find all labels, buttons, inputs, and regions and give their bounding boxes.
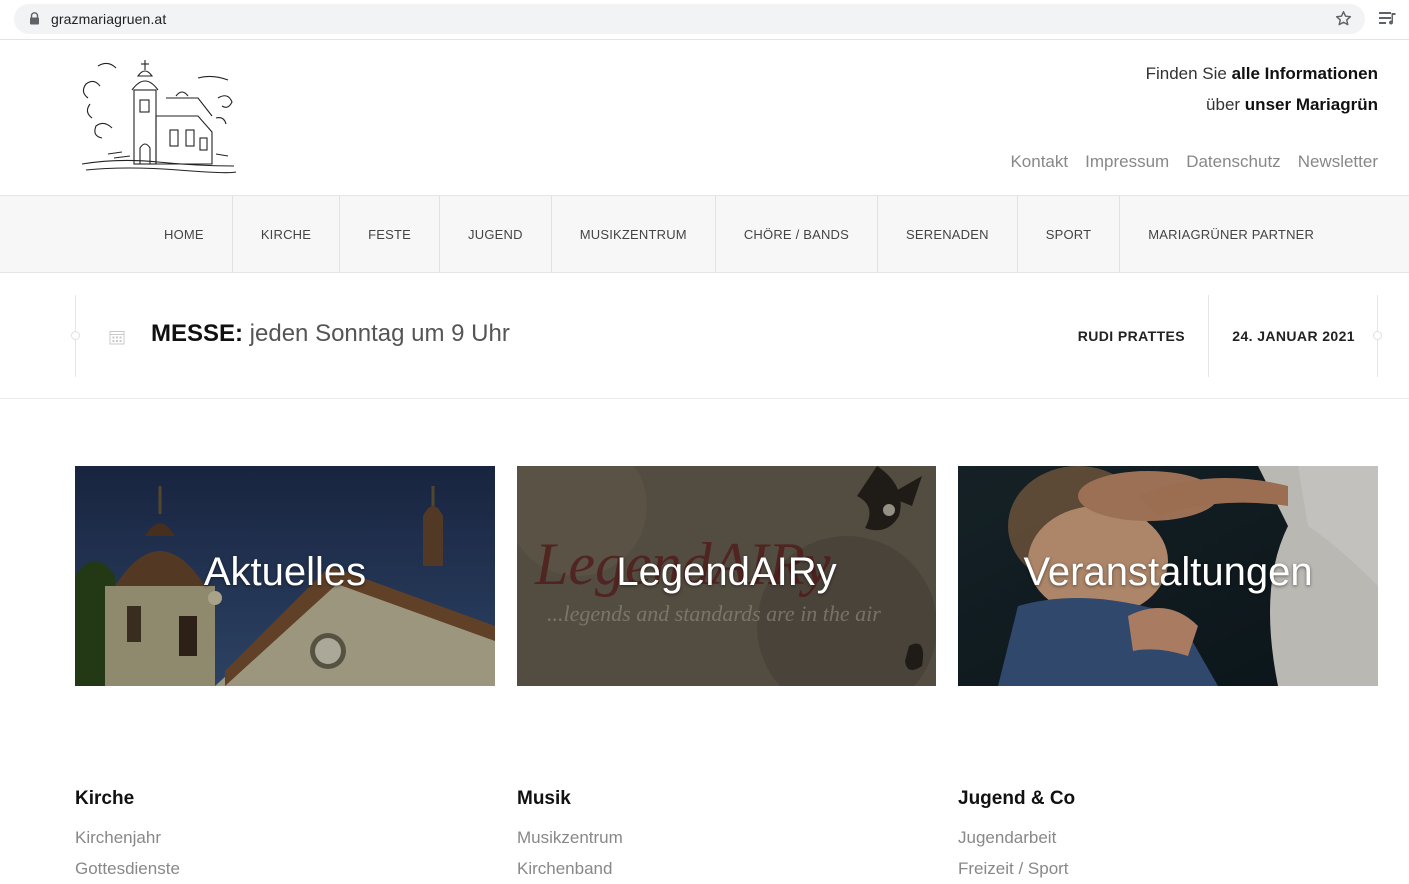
tagline-text: Finden Sie (1145, 64, 1232, 83)
mass-label: MESSE: (151, 320, 244, 347)
header-tagline: Finden Sie alle Informationen über unser… (1146, 58, 1378, 120)
footer-column-musik: Musik Musikzentrum Kirchenband (517, 788, 623, 884)
news-ticker: MESSE: jeden Sonntag um 9 Uhr RUDI PRATT… (71, 295, 1382, 377)
ticker-left-dot (71, 331, 80, 340)
column-heading: Musik (517, 788, 571, 809)
column-heading: Kirche (75, 788, 135, 809)
tile-legendairy[interactable]: LegendAIRy ...legends and standards are … (517, 466, 936, 686)
link-gottesdienste[interactable]: Gottesdienste (75, 853, 180, 884)
link-kontakt[interactable]: Kontakt (1010, 152, 1068, 172)
address-bar[interactable]: grazmariagruen.at (14, 4, 1365, 34)
nav-home[interactable]: HOME (136, 196, 233, 272)
lock-icon (30, 12, 39, 25)
link-musikzentrum[interactable]: Musikzentrum (517, 822, 623, 853)
nav-mariagruener-partner[interactable]: MARIAGRÜNER PARTNER (1120, 196, 1342, 272)
link-kirchenband[interactable]: Kirchenband (517, 853, 623, 884)
tile-aktuelles[interactable]: Aktuelles (75, 466, 495, 686)
reading-list-icon[interactable] (1378, 10, 1398, 28)
ticker-separator (1208, 295, 1209, 377)
nav-serenaden[interactable]: SERENADEN (878, 196, 1018, 272)
column-heading: Jugend & Co (958, 788, 1076, 809)
browser-toolbar: grazmariagruen.at (0, 0, 1409, 40)
link-freizeit-sport[interactable]: Freizeit / Sport (958, 853, 1075, 884)
link-impressum[interactable]: Impressum (1085, 152, 1169, 172)
link-jugendarbeit[interactable]: Jugendarbeit (958, 822, 1075, 853)
tile-title: Aktuelles (203, 550, 367, 594)
nav-choere-bands[interactable]: CHÖRE / BANDS (716, 196, 878, 272)
link-newsletter[interactable]: Newsletter (1298, 152, 1378, 172)
calendar-icon (109, 331, 125, 345)
section-divider (0, 398, 1409, 399)
tagline-text: über (1206, 95, 1245, 114)
nav-kirche[interactable]: KIRCHE (233, 196, 341, 272)
tile-veranstaltungen[interactable]: Veranstaltungen (958, 466, 1378, 686)
top-links: Kontakt Impressum Datenschutz Newsletter (1010, 152, 1378, 172)
main-navigation: HOME KIRCHE FESTE JUGEND MUSIKZENTRUM CH… (0, 195, 1409, 273)
nav-musikzentrum[interactable]: MUSIKZENTRUM (552, 196, 716, 272)
tagline-bold: unser Mariagrün (1244, 95, 1378, 114)
post-author[interactable]: RUDI PRATTES (1078, 328, 1185, 344)
church-sketch-logo[interactable] (78, 58, 238, 178)
ticker-right-dot (1373, 331, 1382, 340)
post-date: 24. JANUAR 2021 (1232, 328, 1355, 344)
url-text[interactable]: grazmariagruen.at (51, 11, 166, 27)
mass-announcement[interactable]: MESSE: jeden Sonntag um 9 Uhr (151, 320, 510, 348)
footer-column-kirche: Kirche Kirchenjahr Gottesdienste (75, 788, 180, 884)
mass-text: jeden Sonntag um 9 Uhr (243, 320, 510, 347)
footer-column-jugend: Jugend & Co Jugendarbeit Freizeit / Spor… (958, 788, 1075, 884)
link-datenschutz[interactable]: Datenschutz (1186, 152, 1281, 172)
nav-feste[interactable]: FESTE (340, 196, 441, 272)
bookmark-star-icon[interactable] (1334, 9, 1353, 28)
tile-title: LegendAIRy (616, 550, 837, 594)
nav-jugend[interactable]: JUGEND (440, 196, 552, 272)
link-kirchenjahr[interactable]: Kirchenjahr (75, 822, 180, 853)
tile-title: Veranstaltungen (1023, 550, 1313, 594)
tagline-bold: alle Informationen (1231, 64, 1378, 83)
nav-sport[interactable]: SPORT (1018, 196, 1121, 272)
